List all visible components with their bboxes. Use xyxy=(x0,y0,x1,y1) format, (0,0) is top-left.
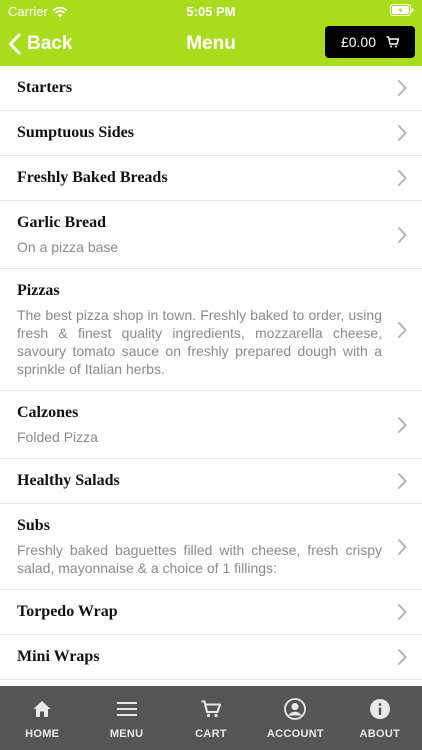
chevron-right-icon xyxy=(398,416,407,433)
cart-total: £0.00 xyxy=(340,34,377,50)
tab-menu-label: MENU xyxy=(109,728,144,740)
menu-category-row[interactable]: Torpedo Wrap xyxy=(0,590,422,635)
menu-category-title: Starters xyxy=(17,79,73,96)
tab-cart[interactable]: CART xyxy=(169,686,253,750)
cart-icon xyxy=(200,698,222,720)
cart-total-button[interactable]: £0.00 xyxy=(325,26,415,58)
menu-category-title: Subs xyxy=(17,517,50,534)
status-time: 5:05 PM xyxy=(186,4,236,19)
tab-about[interactable]: ABOUT xyxy=(338,686,422,750)
chevron-right-icon xyxy=(398,649,407,665)
tab-account[interactable]: ACCOUNT xyxy=(253,686,337,750)
back-button[interactable]: Back xyxy=(8,30,72,58)
menu-category-title: Torpedo Wrap xyxy=(17,603,118,620)
status-right xyxy=(390,4,414,19)
chevron-right-icon xyxy=(398,538,407,555)
menu-category-title: Calzones xyxy=(17,404,79,421)
tab-home[interactable]: HOME xyxy=(0,686,84,750)
menu-category-row[interactable]: Calzones Folded Pizza xyxy=(0,391,422,459)
navigation-bar: Back Menu £0.00 xyxy=(0,22,422,66)
chevron-right-icon xyxy=(398,604,407,620)
menu-category-description: The best pizza shop in town. Freshly bak… xyxy=(17,307,382,377)
status-bar: Carrier 5:05 PM xyxy=(0,0,422,22)
hamburger-menu-icon xyxy=(116,698,138,720)
chevron-right-icon xyxy=(398,321,407,338)
menu-category-list: Starters Sumptuous Sides Freshly Baked Bre… xyxy=(0,66,422,686)
tab-home-label: HOME xyxy=(25,728,60,740)
menu-category-description: On a pizza base xyxy=(17,239,119,255)
menu-category-title: Pizzas xyxy=(17,282,60,299)
chevron-left-icon xyxy=(9,33,21,55)
menu-category-row[interactable]: Garlic Bread On a pizza base xyxy=(0,201,422,269)
menu-category-title: Garlic Bread xyxy=(17,214,107,231)
menu-category-row[interactable]: Mini Wraps xyxy=(0,635,422,680)
info-icon xyxy=(369,698,391,720)
chevron-right-icon xyxy=(398,226,407,243)
bottom-tab-bar: HOME MENU CART ACCOUNT ABOUT xyxy=(0,686,422,750)
menu-category-row[interactable]: Subs Freshly baked baguettes filled with … xyxy=(0,504,422,590)
menu-category-row[interactable]: Pizzas The best pizza shop in town. Fresh… xyxy=(0,269,422,391)
tab-cart-label: CART xyxy=(195,728,227,740)
home-icon xyxy=(31,698,53,720)
menu-category-row[interactable]: Starters xyxy=(0,66,422,111)
chevron-right-icon xyxy=(398,125,407,141)
chevron-right-icon xyxy=(398,80,407,96)
menu-category-title: Sumptuous Sides xyxy=(17,124,134,141)
menu-category-row[interactable]: Freshly Baked Breads xyxy=(0,156,422,201)
menu-category-title: Healthy Salads xyxy=(17,472,120,489)
chevron-right-icon xyxy=(398,170,407,186)
menu-category-title: Freshly Baked Breads xyxy=(17,169,168,186)
menu-category-title: Mini Wraps xyxy=(17,648,100,665)
battery-icon xyxy=(390,4,414,16)
tab-about-label: ABOUT xyxy=(359,728,401,740)
chevron-right-icon xyxy=(398,473,407,489)
cart-icon xyxy=(386,36,400,48)
back-label: Back xyxy=(27,33,73,54)
menu-category-row[interactable]: Sumptuous Sides xyxy=(0,111,422,156)
account-icon xyxy=(284,698,307,720)
menu-category-description: Freshly baked baguettes filled with chee… xyxy=(17,542,382,576)
tab-menu[interactable]: MENU xyxy=(84,686,168,750)
menu-category-description: Folded Pizza xyxy=(17,429,98,445)
tab-account-label: ACCOUNT xyxy=(266,728,324,740)
menu-category-row[interactable]: Healthy Salads xyxy=(0,459,422,504)
